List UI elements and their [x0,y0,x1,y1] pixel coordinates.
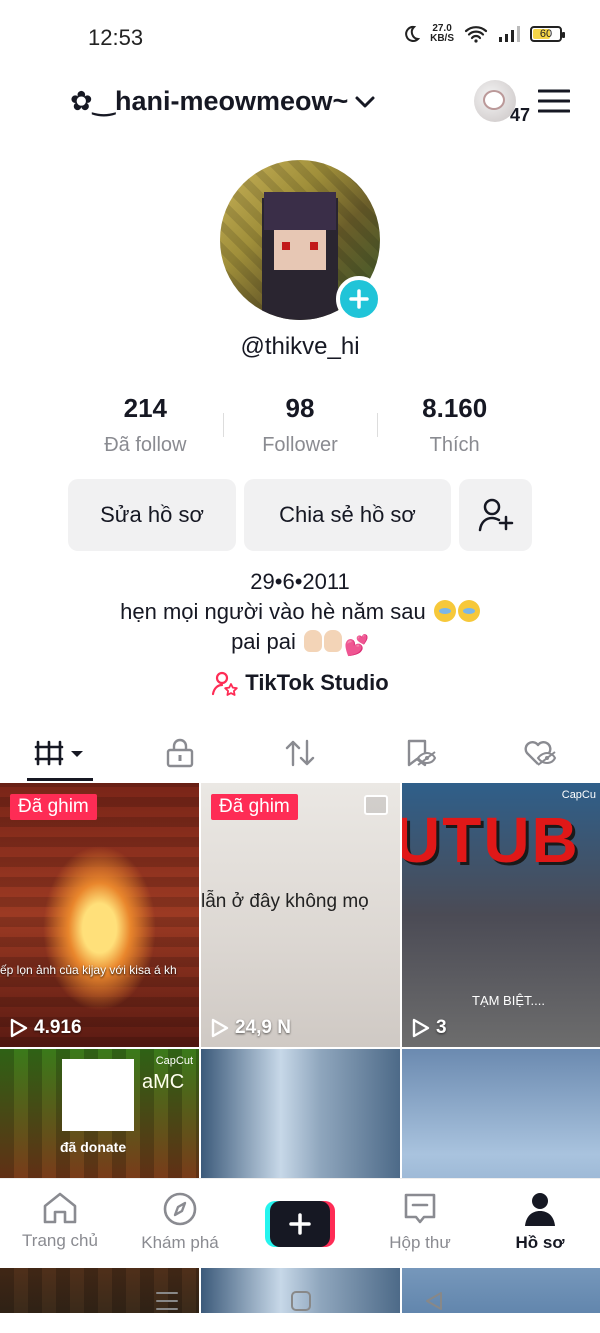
tiktok-studio-link[interactable]: TikTok Studio [0,670,600,696]
menu-icon[interactable] [538,88,570,114]
photo-icon [364,795,388,815]
view-count: 3 [412,1017,447,1039]
video-thumbnail[interactable]: CapCu UTUB CO-OP TẠM BIỆT.... 3 [402,783,600,1047]
username: ✿‿hani-meowmeow~ [70,86,349,116]
tab-private[interactable] [120,725,240,781]
do-not-disturb-icon [405,25,421,42]
pleading-face-icon [457,600,480,622]
lock-icon [166,738,194,768]
system-nav-bar [0,1268,600,1333]
home-icon [43,1192,77,1224]
pinned-badge: Đã ghim [211,794,298,820]
tab-indicator [27,778,93,781]
home-button-icon[interactable] [290,1290,312,1312]
user-handle: @thikve_hi [240,333,360,360]
nav-home[interactable]: Trang chủ [0,1179,120,1268]
nav-inbox[interactable]: Hộp thư [360,1179,480,1268]
cat-avatar-icon [483,90,505,110]
view-count: 24,9 N [211,1017,291,1039]
net-speed: 27.0 KB/S [430,23,454,44]
pinned-badge: Đã ghim [10,794,97,820]
profile-avatar-wrap [220,160,382,322]
wifi-icon [464,26,488,43]
edit-profile-button[interactable]: Sửa hồ sơ [68,479,236,551]
stat-followers[interactable]: 98 Follower [222,393,378,457]
video-title-art: UTUB CO-OP [402,804,600,876]
status-icons: 27.0 KB/S 60 [402,23,565,44]
crossed-fingers-icon [304,630,323,652]
add-user-icon [478,498,513,532]
two-hearts-icon: 💕 [344,635,369,657]
tab-favorites[interactable] [360,725,480,781]
video-caption: lẫn ở đây không mọ [201,891,369,912]
add-friend-button[interactable] [459,479,532,551]
profile-stats: 214 Đã follow 98 Follower 8.160 Thích [68,393,532,457]
recent-apps-icon[interactable] [155,1290,179,1312]
tab-reposts[interactable] [240,725,360,781]
share-profile-button[interactable]: Chia sẻ hồ sơ [244,479,451,551]
capcut-watermark: CapCu [561,789,596,801]
bio-line: pai pai 💕 [0,627,600,661]
video-caption: ếp lọn ảnh của kijay với kisa á kh [0,963,177,977]
pleading-face-icon [433,600,456,622]
crossed-fingers-icon [324,630,343,652]
nav-create[interactable] [240,1179,360,1268]
videos-grid-icon [34,740,83,766]
account-switcher[interactable]: ✿‿hani-meowmeow~ [70,86,376,117]
repost-icon [285,739,315,767]
chevron-down-icon [355,96,375,107]
video-caption: đã donate [60,1139,127,1155]
plus-icon [349,289,369,309]
capcut-watermark: CapCut [155,1055,193,1067]
nav-profile[interactable]: Hồ sơ [480,1179,600,1268]
play-icon [211,1018,229,1038]
favorites-hidden-icon [407,739,436,767]
tab-liked[interactable] [480,725,600,781]
inbox-icon [404,1193,436,1224]
nav-explore[interactable]: Khám phá [120,1179,240,1268]
profile-tabs [0,725,600,781]
play-icon [412,1018,430,1038]
tab-videos[interactable] [0,725,120,781]
stat-likes[interactable]: 8.160 Thích [377,393,532,457]
liked-hidden-icon [524,741,557,766]
friends-avatar-button[interactable]: 47 [474,80,530,125]
bottom-nav: Trang chủ Khám phá Hộp thư Hồ sơ [0,1178,600,1268]
compass-icon [163,1192,197,1226]
video-thumbnail[interactable]: Đã ghim lẫn ở đây không mọ 24,9 N [201,783,400,1047]
view-count: 4.916 [10,1017,82,1039]
profile-header: ✿‿hani-meowmeow~ 47 [0,80,600,130]
create-plus-icon [289,1213,311,1235]
video-subtitle: TẠM BIỆT.... [472,993,545,1008]
status-time: 12:53 [88,25,144,50]
notification-count: 47 [509,105,530,125]
profile-icon [525,1193,555,1226]
video-sticker [62,1059,134,1131]
video-banner-text: aMC [142,1071,185,1093]
signal-icon [499,26,520,42]
back-icon[interactable] [423,1290,445,1312]
battery-icon: 60 [530,26,565,42]
studio-user-star-icon [212,671,238,696]
bio-line: hẹn mọi người vào hè năm sau [0,597,600,627]
bio-line: 29•6•2011 [250,569,350,594]
add-avatar-button[interactable] [336,276,382,322]
status-bar: 12:53 27.0 KB/S 60 [0,0,600,72]
profile-bio: 29•6•2011 hẹn mọi người vào hè năm sau p… [0,567,600,661]
video-thumbnail[interactable]: Đã ghim ếp lọn ảnh của kijay với kisa á … [0,783,199,1047]
header-actions: 47 [474,80,570,125]
create-button[interactable] [265,1201,335,1247]
play-icon [10,1018,28,1038]
profile-actions: Sửa hồ sơ Chia sẻ hồ sơ [68,479,532,551]
stat-following[interactable]: 214 Đã follow [68,393,223,457]
